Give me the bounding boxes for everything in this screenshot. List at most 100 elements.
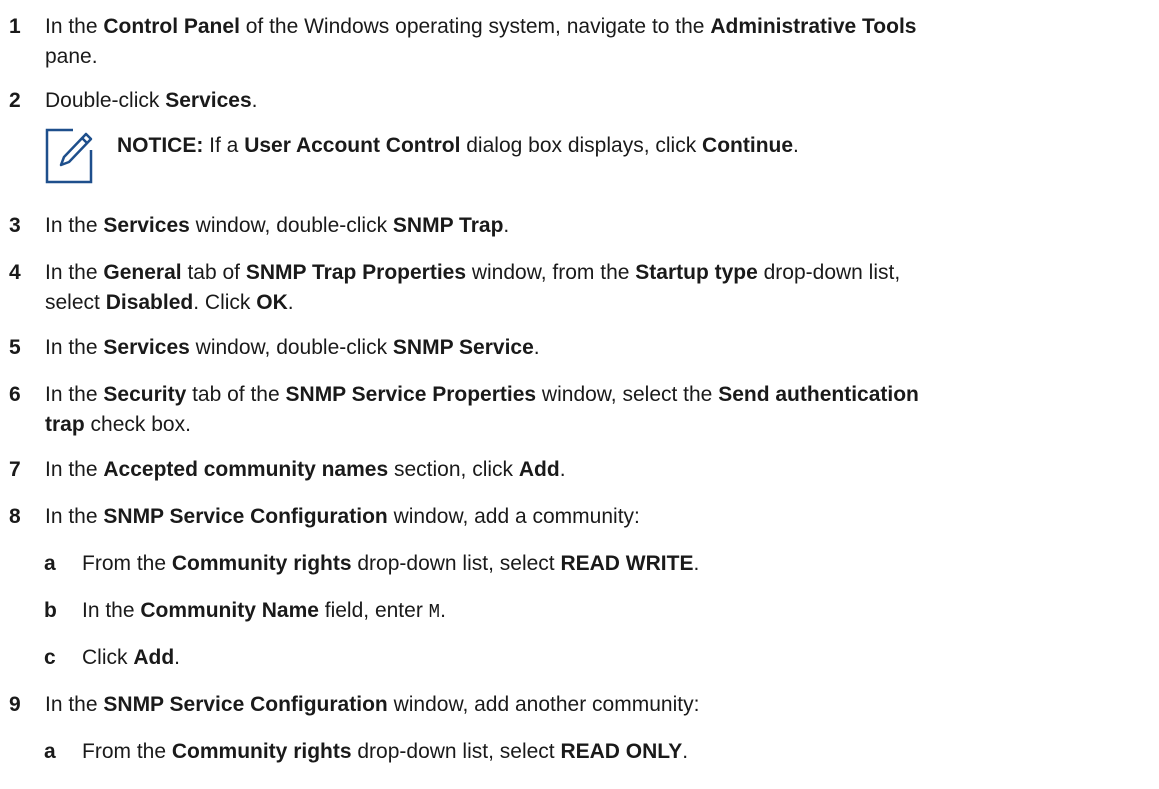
step-number: 3 xyxy=(9,214,21,237)
step-text: In the General tab of SNMP Trap Properti… xyxy=(45,258,1155,318)
text-run: . Click xyxy=(193,291,257,314)
ui-term: General xyxy=(103,261,182,284)
ui-term: SNMP Service Configuration xyxy=(103,505,388,528)
ui-term: Services xyxy=(165,89,252,112)
text-run: tab of xyxy=(181,261,246,284)
ui-term: Add xyxy=(133,646,175,669)
text-run: window, from the xyxy=(466,261,636,284)
text-run: select xyxy=(45,291,106,314)
ui-term: SNMP Service xyxy=(392,336,534,359)
text-run: . xyxy=(251,89,258,112)
text-line: In the Security tab of the SNMP Service … xyxy=(45,380,1155,410)
ui-term: OK xyxy=(256,291,288,314)
text-run: . xyxy=(503,214,510,237)
text-run: If a xyxy=(203,134,245,157)
step-text: In the Control Panel of the Windows oper… xyxy=(45,12,1155,72)
ui-term: Community rights xyxy=(171,740,352,763)
text-line: In the Services window, double-click SNM… xyxy=(45,333,1155,363)
step-number: 5 xyxy=(9,336,21,359)
text-line: In the SNMP Service Configuration window… xyxy=(45,690,1155,720)
text-line: trap check box. xyxy=(45,410,1155,440)
input-value: M xyxy=(428,601,441,623)
ui-term: Security xyxy=(103,383,187,406)
text-run: From the xyxy=(82,740,172,763)
text-run: . xyxy=(559,458,566,481)
text-run: In the xyxy=(45,505,104,528)
step-number: 4 xyxy=(9,261,21,284)
text-run: . xyxy=(287,291,294,314)
ui-term: Community rights xyxy=(171,552,352,575)
text-run: pane. xyxy=(45,45,98,68)
ui-term: Services xyxy=(103,214,190,237)
ui-term: trap xyxy=(45,413,85,436)
text-run: In the xyxy=(82,599,141,622)
text-line: pane. xyxy=(45,42,1155,72)
text-line: In the Services window, double-click SNM… xyxy=(45,211,1155,241)
text-run: . xyxy=(174,646,181,669)
ui-term: Accepted community names xyxy=(103,458,389,481)
notice-box: NOTICE: If a User Account Control dialog… xyxy=(45,128,1145,188)
text-line: In the Accepted community names section,… xyxy=(45,455,1155,485)
step-number: 1 xyxy=(9,15,21,38)
substep-text: From the Community rights drop-down list… xyxy=(82,549,1152,579)
ui-term: Disabled xyxy=(105,291,194,314)
text-run: drop-down list, xyxy=(757,261,901,284)
text-line: Double-click Services. xyxy=(45,86,1155,116)
step-number: 2 xyxy=(9,89,21,112)
ui-term: Add xyxy=(518,458,560,481)
substep-text: Click Add. xyxy=(82,643,1152,673)
text-run: check box. xyxy=(84,413,191,436)
text-run: window, double-click xyxy=(189,214,393,237)
substep-letter: a xyxy=(44,552,56,575)
notice-body: If a User Account Control dialog box dis… xyxy=(203,134,799,157)
text-run: In the xyxy=(45,15,104,38)
ui-term: READ WRITE xyxy=(560,552,694,575)
text-run: dialog box displays, click xyxy=(460,134,703,157)
text-line: Click Add. xyxy=(82,643,1152,673)
text-run: Double-click xyxy=(45,89,166,112)
text-line: select Disabled. Click OK. xyxy=(45,288,1155,318)
text-run: . xyxy=(693,552,700,575)
notice-pencil-icon xyxy=(45,128,93,184)
text-run: . xyxy=(682,740,689,763)
step-text: In the Services window, double-click SNM… xyxy=(45,333,1155,363)
ui-term: SNMP Service Properties xyxy=(285,383,537,406)
text-line: In the General tab of SNMP Trap Properti… xyxy=(45,258,1155,288)
step-number: 7 xyxy=(9,458,21,481)
text-run: drop-down list, select xyxy=(351,740,561,763)
ui-term: User Account Control xyxy=(244,134,461,157)
text-run: In the xyxy=(45,214,104,237)
text-run: window, select the xyxy=(536,383,719,406)
step-number: 8 xyxy=(9,505,21,528)
substep-letter: a xyxy=(44,740,56,763)
text-run: Click xyxy=(82,646,134,669)
text-line: From the Community rights drop-down list… xyxy=(82,549,1152,579)
substep-letter: c xyxy=(44,646,56,669)
ui-term: Continue xyxy=(702,134,794,157)
text-run: section, click xyxy=(388,458,519,481)
text-line: In the Control Panel of the Windows oper… xyxy=(45,12,1155,42)
text-run: window, add a community: xyxy=(387,505,640,528)
ui-term: Startup type xyxy=(635,261,758,284)
text-run: From the xyxy=(82,552,172,575)
step-text: In the SNMP Service Configuration window… xyxy=(45,690,1155,720)
ui-term: Control Panel xyxy=(103,15,240,38)
substep-letter: b xyxy=(44,599,57,622)
text-run: In the xyxy=(45,261,104,284)
substep-text: From the Community rights drop-down list… xyxy=(82,737,1152,767)
step-text: In the SNMP Service Configuration window… xyxy=(45,502,1155,532)
ui-term: Services xyxy=(103,336,190,359)
text-run: . xyxy=(440,599,446,622)
text-line: From the Community rights drop-down list… xyxy=(82,737,1152,767)
substep-text: In the Community Name field, enter M. xyxy=(82,596,1152,627)
ui-term: Community Name xyxy=(140,599,319,622)
text-run: In the xyxy=(45,693,104,716)
text-run: In the xyxy=(45,383,104,406)
text-run: In the xyxy=(45,458,104,481)
ui-term: READ ONLY xyxy=(560,740,683,763)
step-text: Double-click Services. xyxy=(45,86,1155,116)
ui-term: Send authentication xyxy=(718,383,919,406)
text-run: In the xyxy=(45,336,104,359)
ui-term: Administrative Tools xyxy=(710,15,917,38)
text-run: of the Windows operating system, navigat… xyxy=(239,15,711,38)
